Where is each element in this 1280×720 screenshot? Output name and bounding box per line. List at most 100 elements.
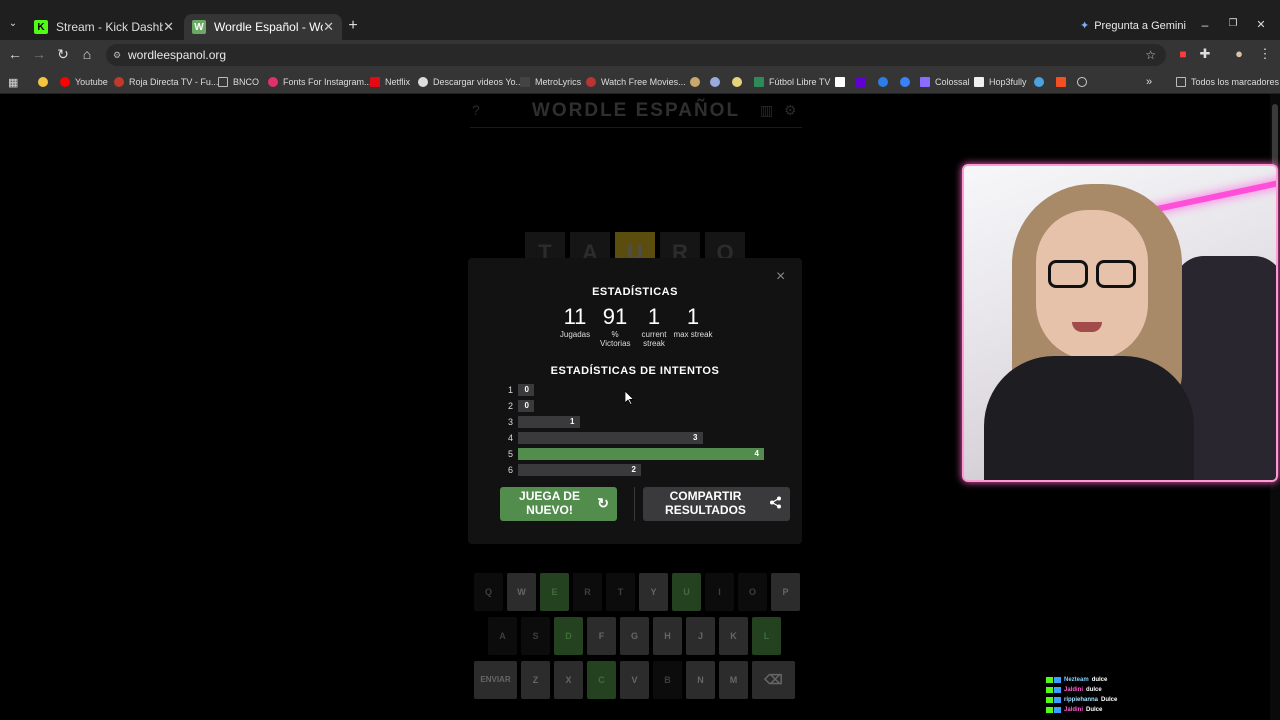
bookmark-icon-3[interactable] (732, 74, 747, 90)
key-l[interactable]: L (752, 617, 781, 655)
bookmark-icon-6[interactable] (900, 74, 915, 90)
site-icon (710, 77, 720, 87)
key-a[interactable]: A (488, 617, 517, 655)
close-window-icon[interactable]: ✕ (1252, 18, 1270, 31)
stats-chart-icon[interactable]: ▥ (760, 102, 773, 119)
key-e[interactable]: E (540, 573, 569, 611)
bookmark-icon-5[interactable] (878, 74, 893, 90)
backspace-key[interactable]: ⌫ (752, 661, 795, 699)
close-tab-icon[interactable]: ✕ (163, 19, 174, 35)
bookmark-icon-2[interactable] (710, 74, 725, 90)
key-b[interactable]: B (653, 661, 682, 699)
distribution-guess-label: 6 (508, 465, 514, 475)
key-x[interactable]: X (554, 661, 583, 699)
bookmark-bnco[interactable]: BNCO (218, 74, 259, 90)
enter-key[interactable]: ENVIAR (474, 661, 517, 699)
close-tab-icon[interactable]: ✕ (323, 19, 334, 35)
key-z[interactable]: Z (521, 661, 550, 699)
kick-favicon-icon: K (34, 20, 48, 34)
new-tab-plus-icon[interactable]: + (344, 17, 362, 35)
gemini-button[interactable]: ✦ Pregunta a Gemini (1080, 19, 1186, 33)
key-u[interactable]: U (672, 573, 701, 611)
key-h[interactable]: H (653, 617, 682, 655)
chat-message: Nezteam dulce (1046, 675, 1107, 685)
bookmark-futbol-libre[interactable]: Fútbol Libre TV (754, 74, 830, 90)
bookmark-icon-4[interactable] (835, 74, 850, 90)
key-q[interactable]: Q (474, 573, 503, 611)
bookmark-microsoft[interactable] (1056, 74, 1071, 90)
key-k[interactable]: K (719, 617, 748, 655)
share-icon (769, 496, 782, 512)
home-icon[interactable]: ⌂ (78, 46, 96, 62)
key-v[interactable]: V (620, 661, 649, 699)
streamer-mouth (1072, 322, 1102, 332)
minimize-window-icon[interactable]: – (1196, 18, 1214, 32)
bookmark-star-icon[interactable]: ☆ (1145, 44, 1156, 66)
key-g[interactable]: G (620, 617, 649, 655)
key-o[interactable]: O (738, 573, 767, 611)
distribution-bar: 1 (518, 416, 580, 428)
key-r[interactable]: R (573, 573, 602, 611)
key-p[interactable]: P (771, 573, 800, 611)
key-d[interactable]: D (554, 617, 583, 655)
chat-badge-icon (1046, 697, 1053, 703)
distribution-bar: 2 (518, 464, 641, 476)
distribution-bar: 4 (518, 448, 764, 460)
bookmark-globe[interactable] (1077, 74, 1092, 90)
distribution-bar: 0 (518, 400, 534, 412)
key-c[interactable]: C (587, 661, 616, 699)
browser-menu-icon[interactable]: ⋮ (1256, 46, 1274, 62)
site-icon (900, 77, 910, 87)
extension-red-icon[interactable]: ■ (1174, 47, 1192, 61)
site-info-icon[interactable]: ⚙ (113, 44, 121, 66)
tab-search-chevron-icon[interactable]: ⌄ (4, 18, 22, 29)
restore-window-icon[interactable]: ❐ (1224, 18, 1242, 29)
header-divider (470, 127, 802, 128)
bookmark-descargar-videos[interactable]: Descargar videos Yo... (418, 74, 523, 90)
bookmark-metrolyrics[interactable]: MetroLyrics (520, 74, 581, 90)
stat-label: max streak (673, 330, 713, 339)
bookmark-roja-directa[interactable]: Roja Directa TV - Fu... (114, 74, 218, 90)
back-arrow-icon[interactable]: ← (6, 46, 24, 62)
key-j[interactable]: J (686, 617, 715, 655)
profile-avatar-icon[interactable]: ● (1230, 46, 1248, 61)
button-divider (634, 487, 635, 521)
key-n[interactable]: N (686, 661, 715, 699)
key-i[interactable]: I (705, 573, 734, 611)
share-results-button[interactable]: COMPARTIR RESULTADOS (643, 487, 790, 521)
bookmark-yahoo[interactable] (856, 74, 871, 90)
reload-icon[interactable]: ↻ (54, 46, 72, 63)
bookmark-colossal[interactable]: Colossal (920, 74, 970, 90)
distribution-row: 31 (508, 416, 778, 428)
bookmark-fonts-instagram[interactable]: Fonts For Instagram... (268, 74, 372, 90)
distribution-row: 43 (508, 432, 778, 444)
key-s[interactable]: S (521, 617, 550, 655)
extensions-puzzle-icon[interactable]: ✚ (1196, 46, 1214, 62)
key-w[interactable]: W (507, 573, 536, 611)
play-again-button[interactable]: JUEGA DE NUEVO! ↻ (500, 487, 617, 521)
key-m[interactable]: M (719, 661, 748, 699)
bookmark-youtube[interactable]: Youtube (60, 74, 108, 90)
apps-grid-icon[interactable]: ▦ (8, 74, 18, 90)
tab-wordle-espanol[interactable]: W Wordle Español - Wordle ilimitado ✕ (184, 14, 342, 40)
more-bookmarks-chevron-icon[interactable]: » (1146, 74, 1152, 90)
bookmark-netflix[interactable]: Netflix (370, 74, 410, 90)
chat-badge-icon (1046, 707, 1053, 713)
bookmark-icon-7[interactable] (1034, 74, 1049, 90)
key-f[interactable]: F (587, 617, 616, 655)
settings-gear-icon[interactable]: ⚙ (784, 102, 797, 119)
bookmark-hop3fully[interactable]: Hop3fully (974, 74, 1027, 90)
tab-kick-dashboard[interactable]: K Stream - Kick Dashboard ✕ (26, 14, 182, 40)
bookmark-emoji[interactable] (38, 74, 53, 90)
all-bookmarks-folder[interactable]: Todos los marcadores (1176, 74, 1279, 90)
key-t[interactable]: T (606, 573, 635, 611)
site-icon (878, 77, 888, 87)
address-bar[interactable]: ⚙ wordleespanol.org ☆ (106, 44, 1166, 66)
close-icon[interactable]: × (776, 268, 785, 286)
distribution-row: 20 (508, 400, 778, 412)
chat-badge-icon (1046, 677, 1053, 683)
bookmark-watch-free-movies[interactable]: Watch Free Movies... (586, 74, 686, 90)
key-y[interactable]: Y (639, 573, 668, 611)
bookmark-icon-1[interactable] (690, 74, 705, 90)
forward-arrow-icon[interactable]: → (30, 46, 48, 62)
